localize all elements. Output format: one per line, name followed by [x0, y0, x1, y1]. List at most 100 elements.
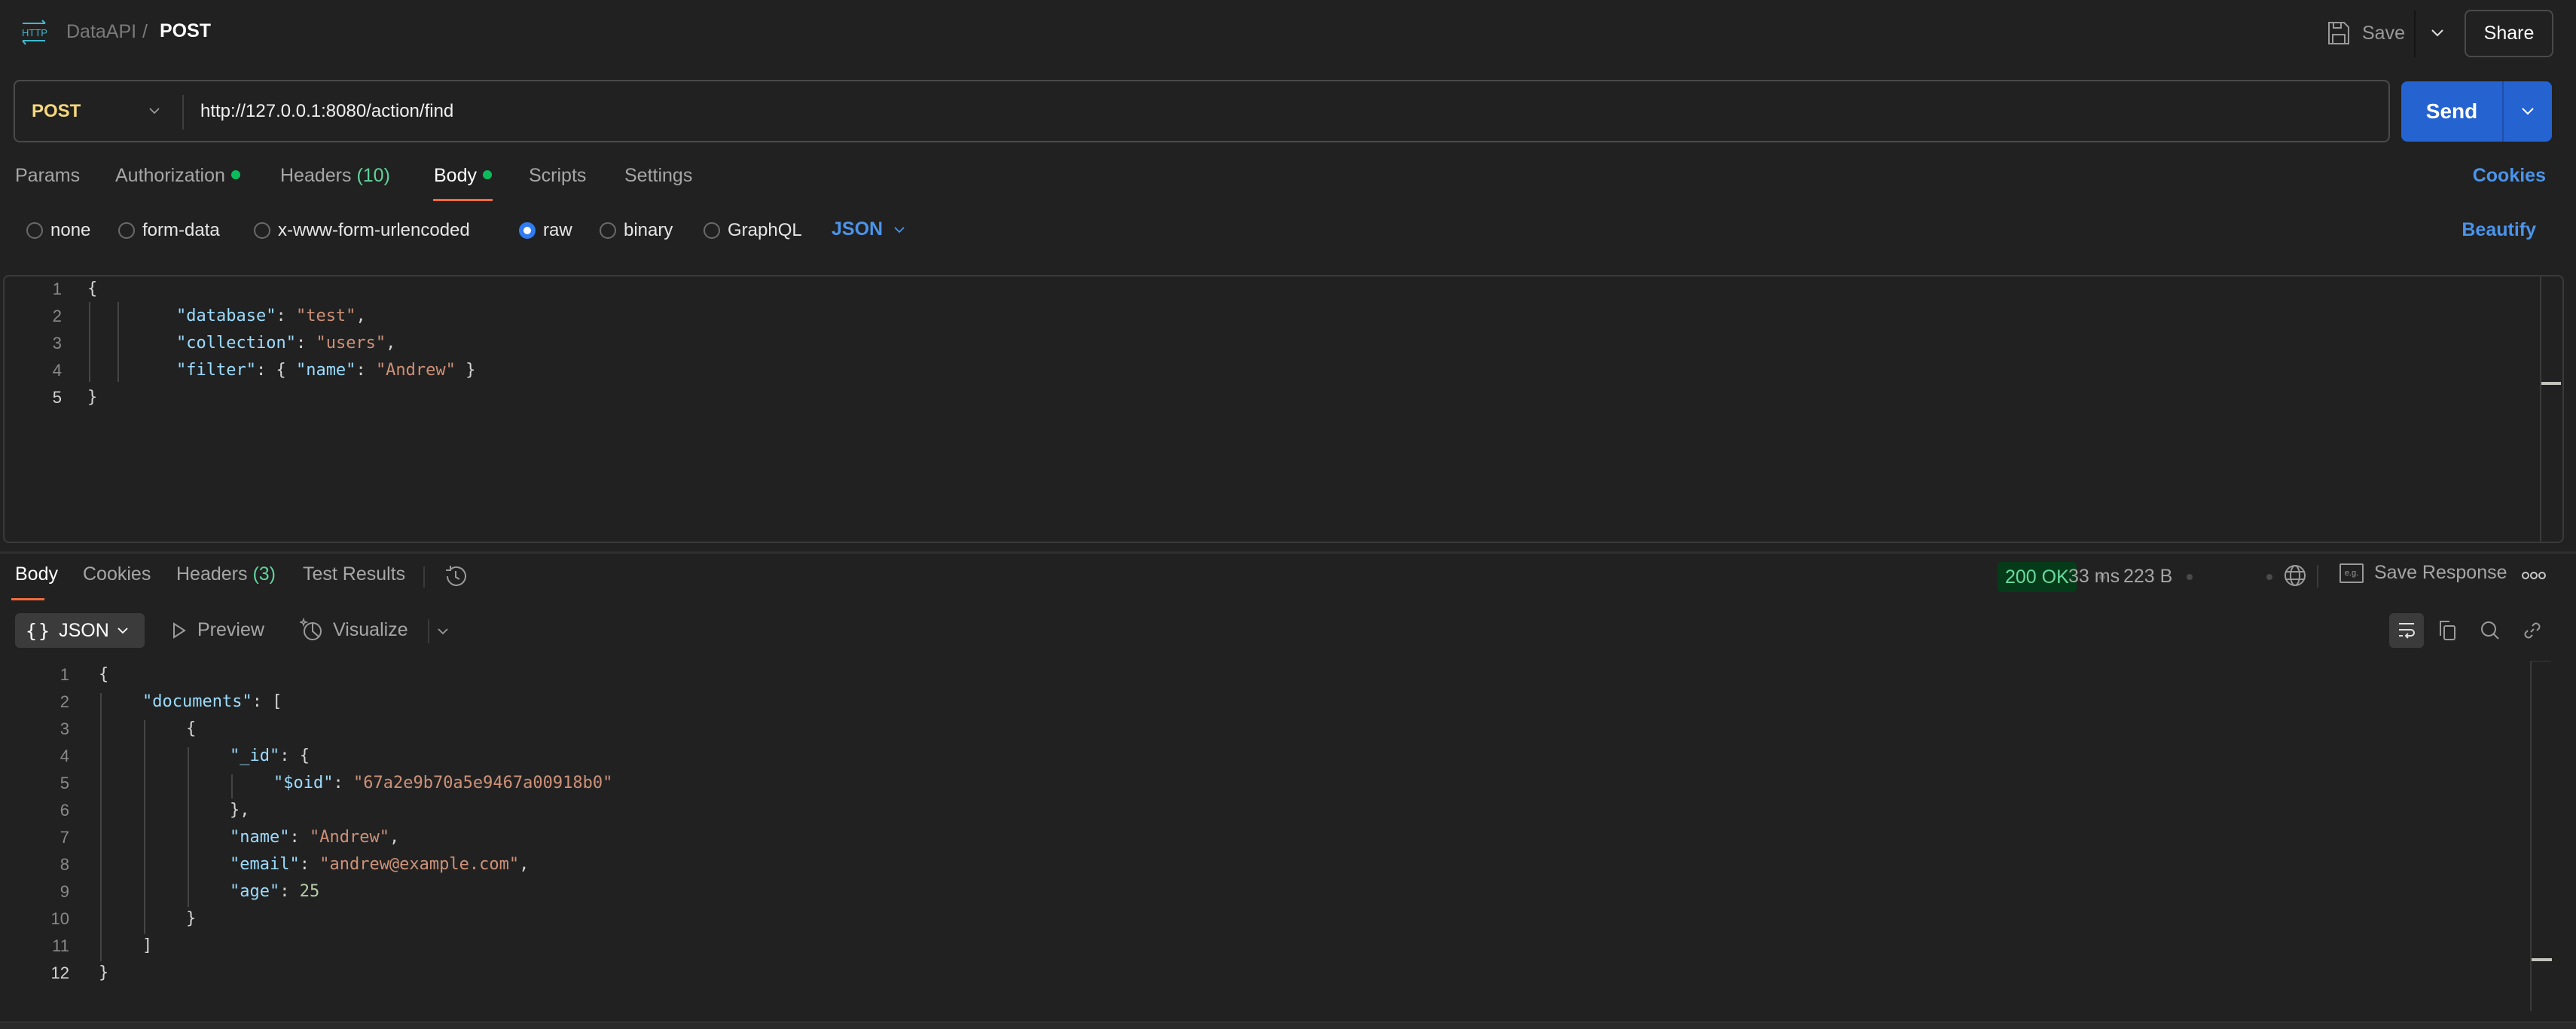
tab-authorization[interactable]: Authorization — [115, 165, 240, 187]
globe-icon[interactable] — [2283, 563, 2307, 588]
response-viewer-scroll-thumb[interactable] — [2532, 958, 2552, 961]
request-body-editor[interactable] — [3, 275, 2564, 543]
code-line: { — [99, 661, 108, 689]
breadcrumb-current[interactable]: POST — [160, 20, 211, 42]
code-line: "documents": [ — [142, 689, 282, 716]
toolbar-divider — [428, 619, 429, 643]
radio-none[interactable]: none — [26, 220, 90, 241]
radio-circle[interactable] — [254, 222, 270, 239]
code-token: ] — [142, 936, 153, 955]
method-dropdown-toggle[interactable] — [142, 98, 167, 124]
scrollbar-cap — [2530, 661, 2551, 662]
language-select[interactable]: JSON — [832, 218, 905, 240]
radio-circle[interactable] — [26, 222, 43, 239]
response-tab-headers[interactable]: Headers (3) — [176, 563, 276, 585]
response-tab-test-results[interactable]: Test Results — [303, 563, 405, 585]
save-icon — [2328, 22, 2349, 44]
radio-label: GraphQL — [728, 220, 802, 240]
line-number: 11 — [52, 936, 69, 955]
status-dot — [230, 170, 240, 180]
tab-count: (3) — [252, 563, 276, 585]
code-line: "collection": "users", — [176, 334, 396, 353]
breadcrumb-parent[interactable]: DataAPI — [66, 21, 136, 43]
chevron-down-icon — [118, 627, 128, 634]
radio-label: binary — [624, 220, 673, 240]
line-number: 6 — [60, 801, 69, 820]
chevron-down-icon — [149, 108, 160, 115]
search-button[interactable] — [2473, 613, 2507, 648]
wrap-lines-button[interactable] — [2389, 613, 2424, 648]
radio-circle[interactable] — [118, 222, 135, 239]
response-size: 223 B — [2123, 566, 2173, 587]
radio-graphql[interactable]: GraphQL — [704, 220, 802, 241]
url-bar: POST — [14, 80, 2390, 142]
save-label: Save — [2362, 22, 2405, 44]
tab-settings[interactable]: Settings — [624, 165, 692, 187]
visualize-label: Visualize — [333, 618, 408, 640]
tab-label: Scripts — [529, 165, 587, 186]
code-line: "email": "andrew@example.com", — [230, 851, 529, 878]
code-token: : [ — [252, 692, 282, 711]
code-line: "$oid": "67a2e9b70a5e9467a00918b0" — [273, 770, 612, 797]
line-number: 2 — [60, 692, 69, 711]
separator-dot — [2187, 574, 2193, 580]
preview-label: Preview — [197, 619, 264, 640]
radio-x-www-form-urlencoded[interactable]: x-www-form-urlencoded — [254, 220, 470, 241]
json-key: "name" — [230, 828, 290, 847]
copy-link-button[interactable] — [2515, 613, 2550, 648]
radio-circle[interactable] — [600, 222, 616, 239]
preview-button[interactable]: Preview — [172, 619, 264, 641]
code-line: { — [186, 716, 196, 743]
tab-body[interactable]: Body — [434, 165, 492, 187]
radio-form-data[interactable]: form-data — [118, 220, 220, 241]
save-response-button[interactable]: e.g. Save Response — [2339, 562, 2507, 584]
beautify-button[interactable]: Beautify — [2462, 219, 2536, 241]
radio-binary[interactable]: binary — [600, 220, 673, 241]
share-button[interactable]: Share — [2465, 10, 2553, 57]
code-line: }, — [230, 797, 250, 824]
response-format-select[interactable]: {} JSON — [15, 613, 145, 648]
tab-divider — [423, 566, 425, 588]
request-editor-scroll-thumb[interactable] — [2541, 382, 2561, 385]
tab-label: Settings — [624, 165, 693, 186]
tab-params[interactable]: Params — [15, 165, 80, 187]
code-token: } — [186, 909, 197, 928]
radio-label: none — [50, 220, 91, 240]
json-key: "documents" — [142, 692, 252, 711]
code-token: }, — [230, 801, 250, 820]
url-input[interactable] — [200, 98, 2370, 125]
radio-circle[interactable] — [704, 222, 720, 239]
line-number: 4 — [60, 747, 69, 765]
code-token: : — [279, 882, 300, 901]
radio-circle-checked[interactable] — [519, 222, 536, 239]
pane-resize-handle[interactable] — [0, 551, 2576, 554]
more-options-icon[interactable] — [2520, 566, 2547, 585]
code-line: "_id": { — [230, 743, 310, 770]
cookies-link[interactable]: Cookies — [2473, 165, 2546, 187]
send-options-button[interactable] — [2504, 81, 2552, 142]
visualize-options-button[interactable] — [431, 619, 455, 643]
line-number: 10 — [50, 909, 69, 928]
visualize-button[interactable]: Visualize — [300, 618, 408, 642]
save-options-button[interactable] — [2424, 20, 2451, 47]
copy-button[interactable] — [2431, 613, 2465, 648]
response-tab-body[interactable]: Body — [15, 563, 58, 585]
line-number: 5 — [60, 774, 69, 792]
radio-raw[interactable]: raw — [519, 220, 572, 241]
history-icon[interactable] — [443, 563, 469, 589]
code-token: : — [299, 855, 320, 874]
line-number: 3 — [52, 334, 62, 353]
tab-scripts[interactable]: Scripts — [529, 165, 586, 187]
method-select[interactable]: POST — [32, 101, 81, 122]
code-line: } — [186, 905, 196, 933]
response-tab-cookies[interactable]: Cookies — [83, 563, 151, 585]
send-button[interactable]: Send — [2401, 81, 2502, 142]
json-key: "age" — [230, 882, 280, 901]
request-editor-scrollbar[interactable] — [2540, 276, 2541, 542]
json-key: "_id" — [230, 747, 280, 765]
json-string: "Andrew" — [309, 828, 389, 847]
code-token: { — [99, 665, 109, 684]
save-button[interactable]: Save — [2327, 17, 2405, 50]
indent-guide — [188, 747, 189, 907]
tab-headers[interactable]: Headers (10) — [280, 165, 390, 187]
